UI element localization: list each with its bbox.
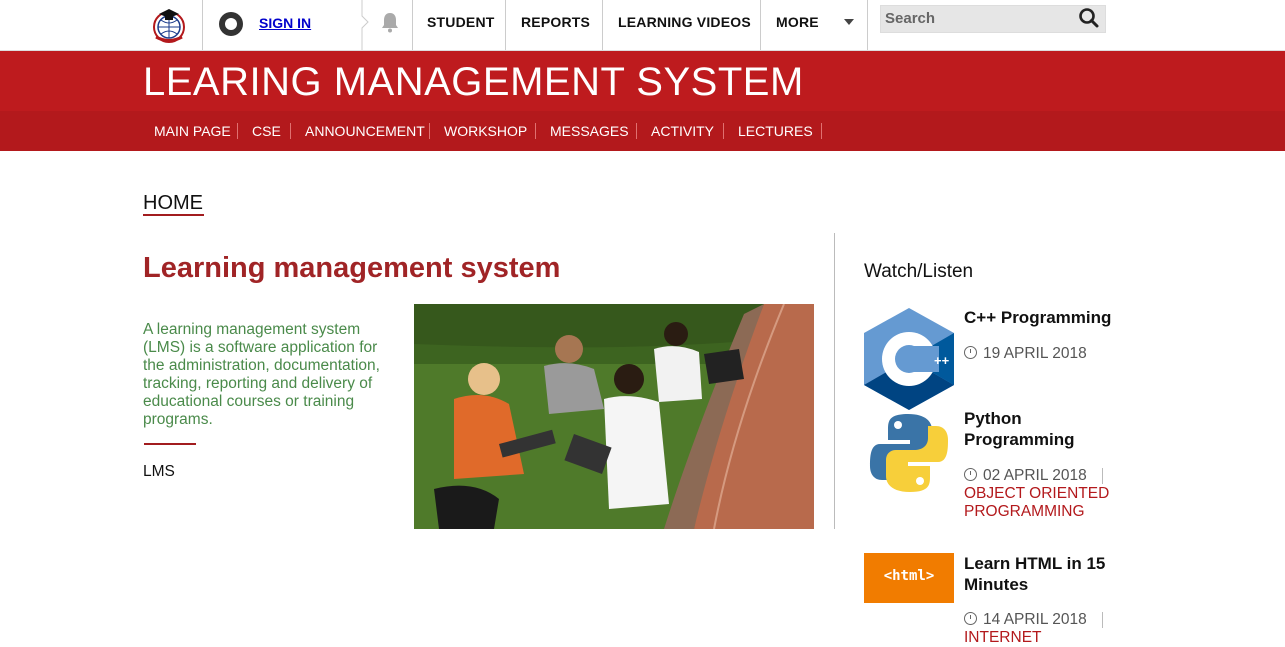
sign-in-link[interactable]: SIGN IN	[259, 15, 311, 31]
video-category[interactable]: INTERNET	[964, 629, 1134, 647]
divider-arrow	[361, 0, 369, 50]
tag-lms[interactable]: LMS	[143, 463, 175, 481]
notification-bell-icon[interactable]	[378, 10, 402, 34]
search-icon[interactable]	[1076, 6, 1102, 30]
nav-student[interactable]: STUDENT	[427, 14, 495, 30]
nav-reports[interactable]: REPORTS	[521, 14, 590, 30]
students-photo	[414, 304, 814, 529]
search-input[interactable]	[880, 5, 1070, 31]
sidebar-heading: Watch/Listen	[864, 261, 974, 282]
subnav-lectures[interactable]: LECTURES	[738, 123, 813, 139]
nav-more[interactable]: MORE	[776, 14, 819, 30]
subnav-messages[interactable]: MESSAGES	[550, 123, 629, 139]
chevron-down-icon[interactable]	[844, 19, 854, 25]
intro-text: A learning management system (LMS) is a …	[143, 321, 380, 428]
video-title-cpp[interactable]: C++ Programming	[964, 307, 1134, 328]
video-category[interactable]: OBJECT ORIENTED PROGRAMMING	[964, 485, 1134, 521]
subnav-main-page[interactable]: MAIN PAGE	[154, 123, 231, 139]
top-bar: SIGN IN STUDENT REPORTS LEARNING VIDEOS …	[0, 0, 1285, 51]
column-divider	[834, 233, 835, 529]
user-avatar-icon[interactable]	[219, 12, 243, 36]
subnav-activity[interactable]: ACTIVITY	[651, 123, 714, 139]
video-title-html[interactable]: Learn HTML in 15 Minutes	[964, 553, 1134, 595]
python-logo-icon[interactable]	[866, 410, 952, 496]
clock-icon	[964, 468, 977, 481]
breadcrumb-home[interactable]: HOME	[143, 192, 203, 215]
breadcrumb-underline	[143, 214, 204, 216]
clock-icon	[964, 346, 977, 359]
subnav-workshop[interactable]: WORKSHOP	[444, 123, 527, 139]
clock-icon	[964, 612, 977, 625]
html-thumbnail-icon[interactable]: <html>	[864, 553, 954, 603]
video-date: 02 APRIL 2018	[964, 467, 1087, 485]
school-logo-icon[interactable]	[150, 6, 188, 44]
subnav-announcement[interactable]: ANNOUNCEMENT	[305, 123, 425, 139]
cpp-logo-icon[interactable]: ++	[864, 308, 954, 410]
site-title: LEARING MANAGEMENT SYSTEM	[143, 60, 804, 104]
video-date: 19 APRIL 2018	[964, 345, 1087, 363]
video-title-python[interactable]: Python Programming	[964, 408, 1134, 450]
video-date: 14 APRIL 2018	[964, 611, 1087, 629]
page-title: Learning management system	[143, 252, 561, 284]
svg-text:++: ++	[934, 353, 950, 368]
divider	[144, 443, 196, 445]
subnav-cse[interactable]: CSE	[252, 123, 281, 139]
nav-learning-videos[interactable]: LEARNING VIDEOS	[618, 14, 751, 30]
